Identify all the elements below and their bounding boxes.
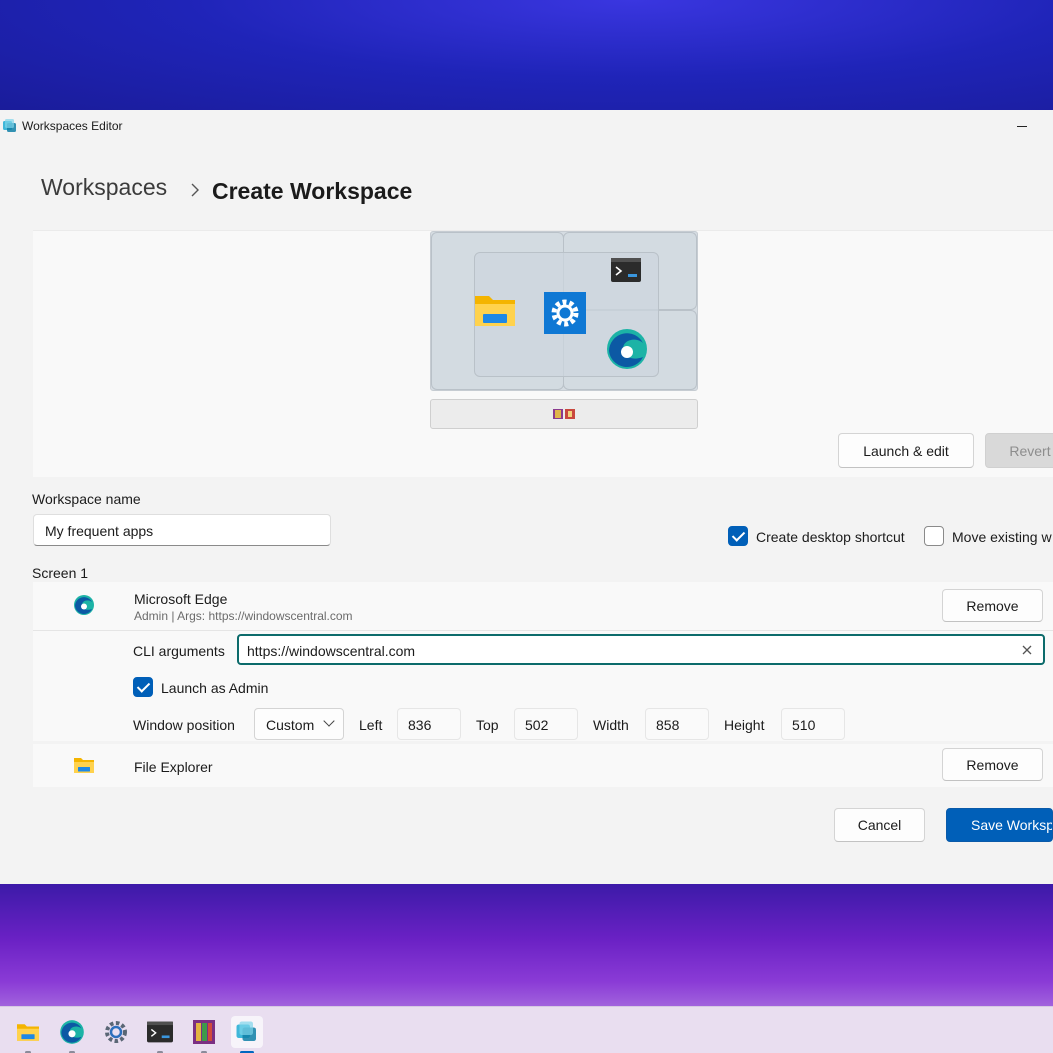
remove-edge-button[interactable]: Remove xyxy=(942,589,1043,622)
desktop-wallpaper-bottom xyxy=(0,884,1053,1006)
divider xyxy=(33,630,1053,631)
taskbar-file-explorer[interactable] xyxy=(12,1016,44,1053)
clear-icon[interactable] xyxy=(1020,643,1034,657)
taskbar-winrar[interactable] xyxy=(188,1016,220,1053)
launch-edit-button[interactable]: Launch & edit xyxy=(838,433,974,468)
window-position-label: Window position xyxy=(133,717,235,733)
minimized-apps-bar xyxy=(430,399,698,429)
title-bar: Workspaces Editor xyxy=(0,110,1053,142)
breadcrumb-workspaces[interactable]: Workspaces xyxy=(41,174,167,201)
left-input[interactable]: 836 xyxy=(397,708,461,740)
left-label: Left xyxy=(359,717,383,733)
settings-icon xyxy=(105,1021,127,1043)
screen-label: Screen 1 xyxy=(32,565,89,581)
create-shortcut-checkbox[interactable] xyxy=(728,526,748,546)
app-name: File Explorer xyxy=(134,759,213,775)
move-existing-checkbox[interactable] xyxy=(924,526,944,546)
taskbar-terminal[interactable] xyxy=(144,1016,176,1053)
move-existing-label: Move existing w xyxy=(952,529,1052,545)
width-input[interactable]: 858 xyxy=(645,708,709,740)
save-workspace-button[interactable]: Save Workspa xyxy=(946,808,1053,842)
cli-arguments-label: CLI arguments xyxy=(133,643,225,659)
taskbar-edge[interactable] xyxy=(56,1016,88,1053)
edge-icon xyxy=(607,329,647,369)
revert-button[interactable]: Revert xyxy=(985,433,1053,468)
cancel-button[interactable]: Cancel xyxy=(834,808,925,842)
edge-icon xyxy=(60,1020,84,1044)
top-label: Top xyxy=(476,717,499,733)
window-position-select[interactable]: Custom xyxy=(254,708,344,740)
folder-icon xyxy=(475,296,515,326)
launch-admin-label: Launch as Admin xyxy=(161,680,269,696)
workspaces-icon xyxy=(236,1021,256,1041)
gear-icon xyxy=(544,292,586,334)
cli-arguments-input[interactable]: https://windowscentral.com xyxy=(237,634,1045,665)
workspaces-editor-window: Workspaces Editor Workspaces Create Work… xyxy=(0,110,1053,884)
archive-icon xyxy=(565,409,575,419)
taskbar xyxy=(0,1006,1053,1053)
chevron-down-icon xyxy=(323,715,335,727)
taskbar-settings[interactable] xyxy=(100,1016,132,1048)
minimize-button[interactable] xyxy=(1010,114,1034,138)
app-row-file-explorer: File Explorer Remove xyxy=(33,744,1053,787)
create-shortcut-label: Create desktop shortcut xyxy=(756,529,905,545)
width-label: Width xyxy=(593,717,629,733)
taskbar-workspaces[interactable] xyxy=(231,1016,263,1053)
layout-preview xyxy=(430,231,698,391)
workspaces-app-icon xyxy=(3,119,16,132)
remove-file-explorer-button[interactable]: Remove xyxy=(942,748,1043,781)
workspace-name-label: Workspace name xyxy=(32,491,141,507)
terminal-icon xyxy=(611,258,641,282)
height-label: Height xyxy=(724,717,765,733)
folder-icon xyxy=(74,758,94,773)
winrar-icon xyxy=(553,409,563,419)
winrar-icon xyxy=(193,1020,215,1044)
edge-icon xyxy=(74,595,94,615)
page-title: Create Workspace xyxy=(212,178,413,204)
chevron-right-icon xyxy=(191,183,199,197)
window-title: Workspaces Editor xyxy=(22,119,123,133)
desktop-wallpaper-top xyxy=(0,0,1053,110)
top-input[interactable]: 502 xyxy=(514,708,578,740)
height-input[interactable]: 510 xyxy=(781,708,845,740)
file-explorer-icon xyxy=(17,1024,39,1041)
launch-admin-checkbox[interactable] xyxy=(133,677,153,697)
minimize-icon xyxy=(1017,125,1027,127)
workspace-name-input[interactable]: My frequent apps xyxy=(33,514,331,546)
layout-preview-panel: Launch & edit Revert xyxy=(33,230,1053,477)
app-subtitle: Admin | Args: https://windowscentral.com xyxy=(134,609,353,623)
terminal-icon xyxy=(147,1021,173,1043)
app-name: Microsoft Edge xyxy=(134,591,228,607)
window-position-value: Custom xyxy=(266,717,315,733)
